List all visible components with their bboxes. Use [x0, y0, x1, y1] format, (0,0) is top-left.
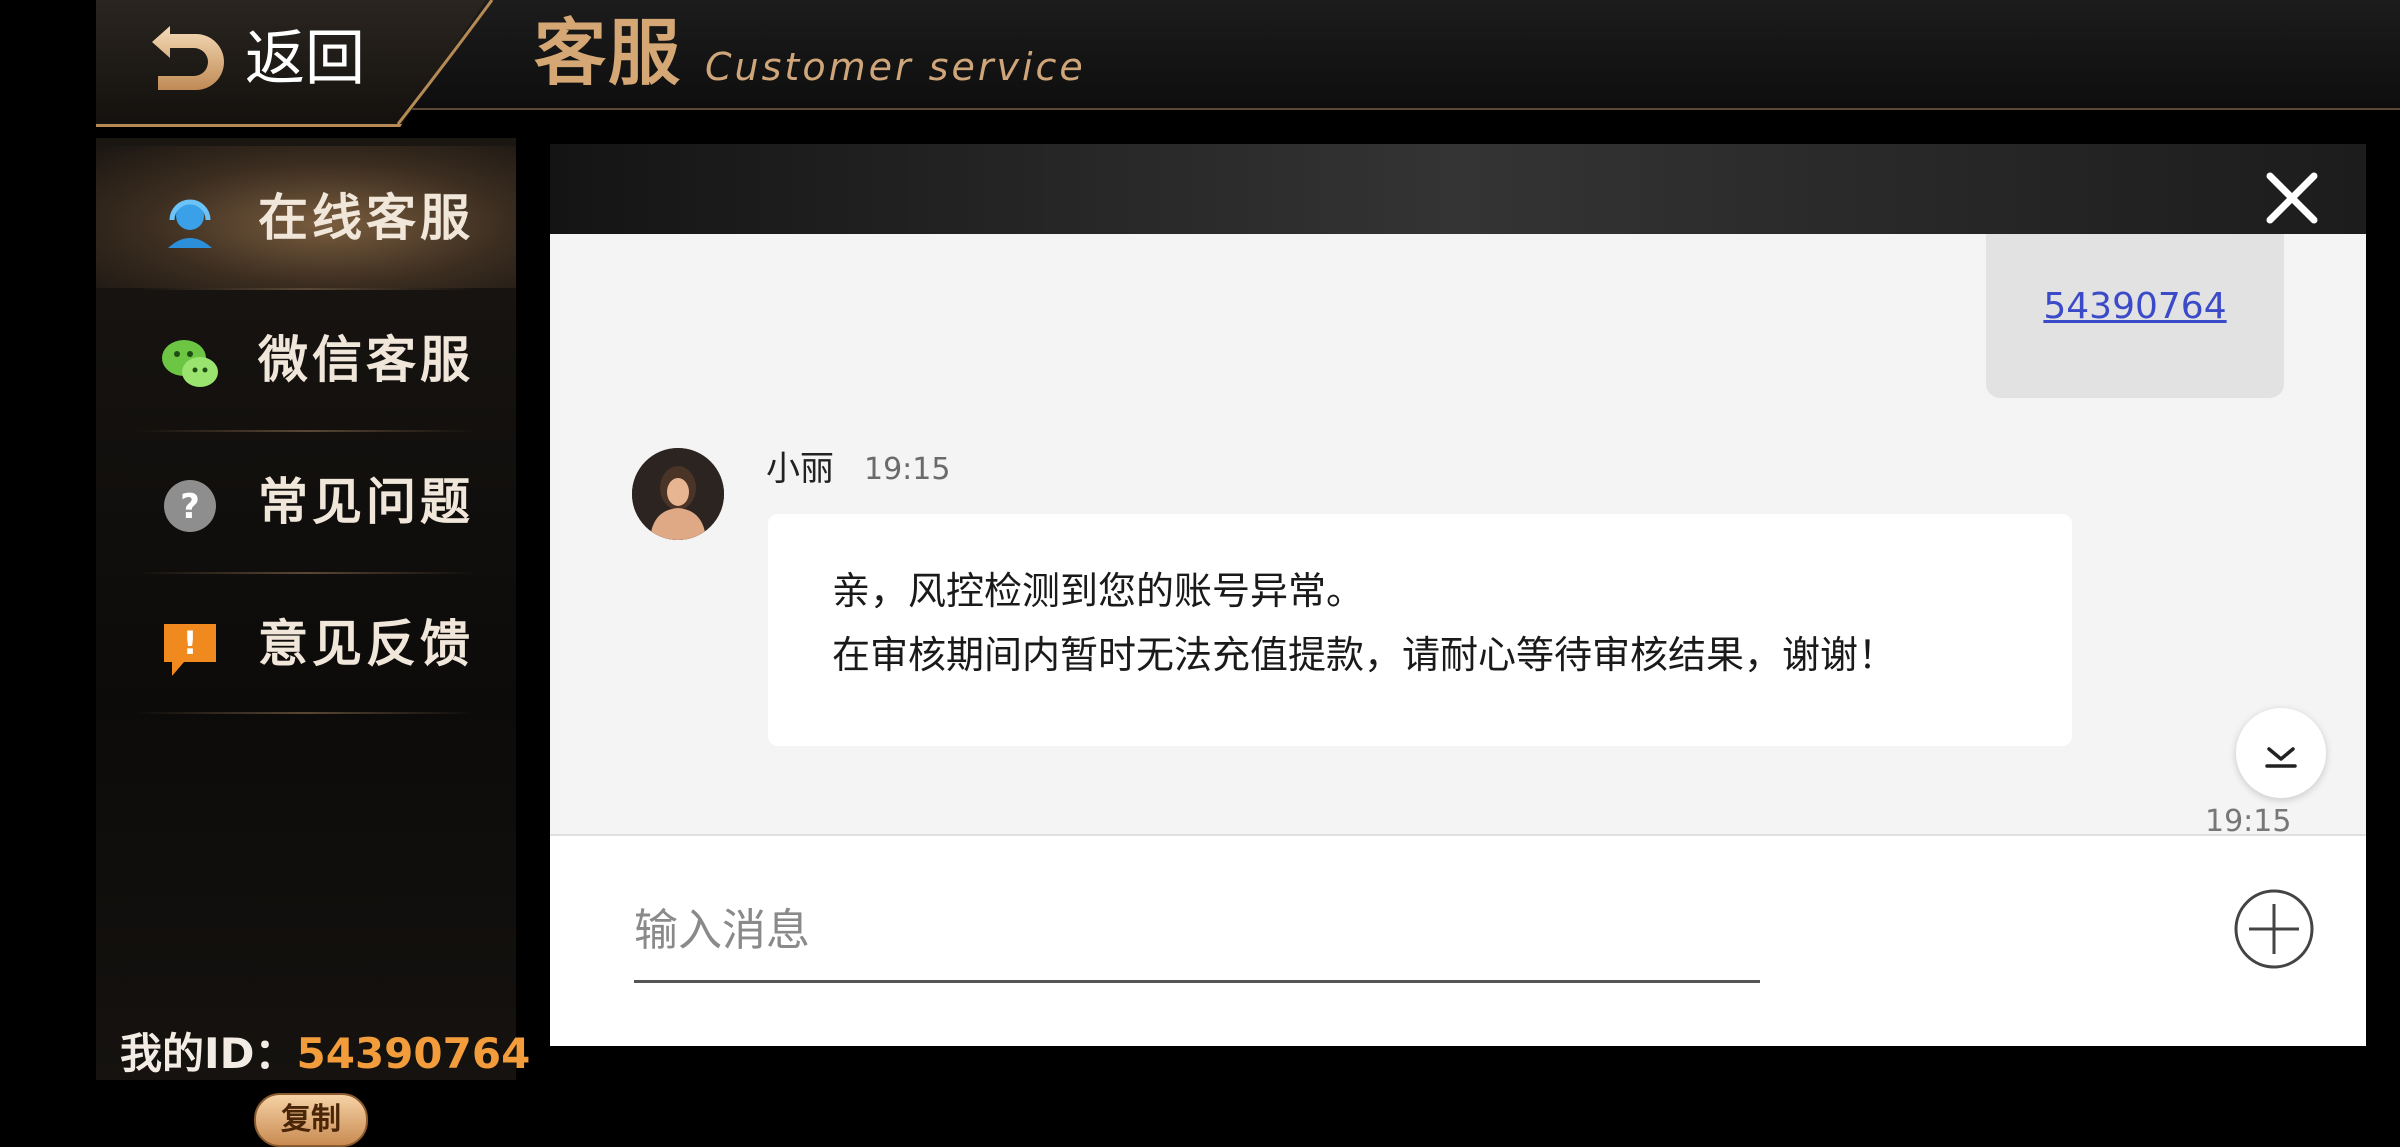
sidebar-item-label: 在线客服: [258, 189, 474, 247]
my-id-value: 54390764: [296, 1029, 531, 1078]
divider: [136, 430, 476, 432]
sidebar-item-label: 意见反馈: [258, 615, 474, 673]
my-id-label: 我的ID：: [120, 1029, 297, 1078]
chat-panel: 54390764 小丽 19:15 亲，风控检测到您的账号异常。 在审核期间内暂…: [550, 144, 2366, 1046]
divider: [136, 288, 476, 290]
sidebar: 在线客服 微信客服 ? 常见问题 ! 意见反馈 我的ID：54390764 复制: [96, 138, 530, 1147]
divider: [136, 712, 476, 714]
agent-message-bubble: 亲，风控检测到您的账号异常。 在审核期间内暂时无法充值提款，请耐心等待审核结果，…: [768, 514, 2072, 746]
message-timestamp: 19:15: [2205, 804, 2292, 834]
agent-name: 小丽: [766, 449, 834, 489]
headset-icon: [168, 199, 212, 248]
feedback-icon: !: [164, 624, 216, 676]
scroll-to-bottom-button[interactable]: [2236, 708, 2326, 798]
chat-messages[interactable]: 54390764 小丽 19:15 亲，风控检测到您的账号异常。 在审核期间内暂…: [550, 234, 2366, 834]
header-divider: [396, 0, 494, 124]
chevron-down-icon: [2265, 747, 2297, 768]
agent-message-line: 亲，风控检测到您的账号异常。: [832, 569, 1365, 613]
svg-text:?: ?: [180, 487, 200, 527]
page-title: 客服: [534, 11, 683, 95]
sidebar-item-faq[interactable]: ? 常见问题: [96, 430, 516, 572]
question-icon: ?: [164, 480, 216, 532]
back-arrow-icon[interactable]: [148, 20, 228, 96]
divider: [136, 572, 476, 574]
agent-message-line: 在审核期间内暂时无法充值提款，请耐心等待审核结果，谢谢！: [832, 633, 1897, 677]
message-input[interactable]: [634, 880, 1760, 983]
wechat-icon: [162, 340, 218, 387]
sidebar-item-online-service[interactable]: 在线客服: [96, 146, 516, 288]
svg-text:!: !: [183, 624, 198, 662]
plus-icon[interactable]: [2233, 888, 2315, 970]
my-message-bubble: 54390764: [1986, 234, 2284, 398]
message-input-area: [550, 834, 2366, 1046]
chat-topbar: [550, 144, 2366, 234]
sidebar-item-feedback[interactable]: ! 意见反馈: [96, 572, 516, 714]
back-label[interactable]: 返回: [245, 24, 365, 94]
my-message-link[interactable]: 54390764: [1986, 282, 2284, 332]
message-timestamp: 19:15: [864, 452, 951, 487]
sidebar-item-label: 微信客服: [258, 331, 474, 389]
close-icon[interactable]: [2262, 168, 2322, 228]
avatar: [632, 448, 724, 540]
sidebar-item-wechat-service[interactable]: 微信客服: [96, 288, 516, 430]
page-subtitle: Customer service: [705, 45, 1086, 89]
copy-id-button[interactable]: 复制: [254, 1093, 368, 1147]
my-id: 我的ID：54390764: [120, 1026, 530, 1082]
sidebar-item-label: 常见问题: [258, 473, 474, 531]
avatar-image-icon: [632, 448, 724, 540]
